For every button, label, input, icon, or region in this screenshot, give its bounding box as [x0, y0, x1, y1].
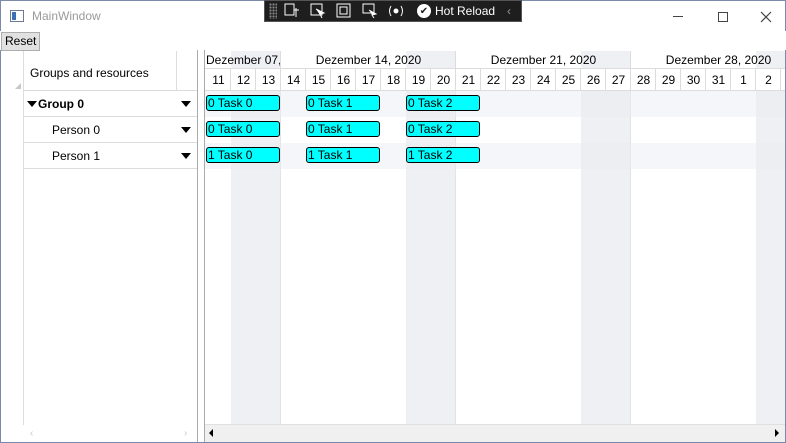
chart-row	[205, 91, 785, 117]
task-bar[interactable]: 0 Task 1	[306, 95, 380, 111]
minimize-button[interactable]	[655, 1, 701, 32]
grid-row[interactable]: Group 0	[24, 91, 198, 117]
scroll-left-icon[interactable]	[209, 429, 213, 437]
binding-failures-button[interactable]	[385, 2, 407, 20]
task-bar[interactable]: 1 Task 1	[306, 147, 380, 163]
scroll-left-icon[interactable]: ‹	[30, 428, 33, 439]
select-cursor-icon	[310, 3, 326, 19]
grid-row[interactable]: Person 0	[24, 117, 198, 143]
day-header-label: 11	[212, 73, 225, 87]
select-element-button[interactable]	[307, 2, 329, 20]
row-dropdown-icon[interactable]	[181, 153, 191, 159]
hot-reload-label: Hot Reload	[435, 4, 496, 18]
scroll-right-icon[interactable]	[775, 429, 779, 437]
grid-row[interactable]: Person 1	[24, 143, 198, 169]
day-header-label: 15	[311, 73, 326, 87]
day-header-label: 22	[486, 73, 501, 87]
day-header-label: 16	[336, 73, 351, 87]
scroll-right-icon[interactable]: ›	[184, 428, 187, 439]
column-separator[interactable]	[176, 51, 177, 91]
chart-row	[205, 143, 785, 169]
week-header-label: Dezember 14, 2020	[315, 53, 422, 67]
day-header-label: 20	[436, 73, 451, 87]
scroll-thumb[interactable]	[217, 428, 771, 439]
day-header-label: 3	[781, 73, 785, 87]
track-focused-element-button[interactable]	[359, 2, 381, 20]
day-header-label: 2	[765, 73, 772, 87]
day-header-label: 13	[261, 73, 276, 87]
task-bar[interactable]: 0 Task 2	[406, 95, 480, 111]
resource-grid: Groups and resources Group 0 Person 0 Pers…	[2, 51, 198, 442]
task-bar[interactable]: 1 Task 0	[206, 147, 280, 163]
grid-row-label: Person 0	[52, 123, 101, 137]
grid-row-label: Group 0	[38, 97, 85, 111]
row-dropdown-icon[interactable]	[181, 101, 191, 107]
day-header-label: 24	[536, 73, 551, 87]
task-bar[interactable]: 0 Task 0	[206, 121, 280, 137]
day-header-label: 14	[286, 73, 301, 87]
column-header-groups[interactable]: Groups and resources	[24, 51, 198, 91]
day-header-label: 23	[511, 73, 526, 87]
gantt-chart-area: Dezember 07, 2020 Dezember 14, 2020 Dezemb…	[205, 51, 785, 442]
display-layout-adorners-button[interactable]	[333, 2, 355, 20]
row-header-column	[2, 51, 24, 425]
day-header-label: 12	[236, 73, 251, 87]
check-circle-icon: ✔	[417, 4, 431, 18]
day-header-label: 26	[586, 73, 601, 87]
task-bar[interactable]: 0 Task 2	[406, 121, 480, 137]
task-bar[interactable]: 1 Task 2	[406, 147, 480, 163]
day-header-label: 1	[740, 73, 747, 87]
binding-icon	[389, 5, 403, 17]
maximize-button[interactable]	[700, 1, 746, 32]
day-header-row: 11 12 13 14 15 16 17 18 19 20 21 22 23 24 25 26 27 28 29 30…	[205, 69, 785, 91]
day-header-label: 19	[411, 73, 426, 87]
chart-row	[205, 117, 785, 143]
column-header-label: Groups and resources	[30, 66, 149, 80]
week-header-row: Dezember 07, 2020 Dezember 14, 2020 Dezemb…	[205, 51, 785, 69]
day-header-label: 17	[361, 73, 376, 87]
day-header-label: 30	[686, 73, 701, 87]
close-button[interactable]	[743, 1, 786, 32]
task-bar[interactable]: 0 Task 0	[206, 95, 280, 111]
day-header-label: 29	[661, 73, 676, 87]
day-header-label: 25	[561, 73, 576, 87]
track-focus-icon	[362, 3, 378, 19]
task-bar[interactable]: 0 Task 1	[306, 121, 380, 137]
day-header-label: 28	[636, 73, 651, 87]
week-header-label: Dezember 07, 2020	[206, 53, 281, 67]
select-all-corner-icon[interactable]	[15, 83, 21, 89]
collapse-toolbar-chevron-icon[interactable]: ‹	[507, 4, 511, 18]
row-dropdown-icon[interactable]	[181, 127, 191, 133]
expand-collapse-icon[interactable]	[27, 101, 37, 107]
xaml-dev-toolbar: ✔ Hot Reload ‹	[264, 0, 522, 22]
live-visual-tree-button[interactable]	[281, 2, 303, 20]
app-window-icon	[10, 10, 24, 22]
adorner-icon	[336, 3, 351, 18]
hot-reload-status[interactable]: ✔ Hot Reload	[417, 4, 495, 18]
day-header-label: 27	[611, 73, 626, 87]
minimize-icon	[673, 16, 683, 17]
toolbar-grip-icon[interactable]	[269, 3, 277, 19]
gantt-control: Groups and resources Group 0 Person 0 Pers…	[0, 50, 786, 443]
week-header-label: Dezember 21, 2020	[490, 53, 597, 67]
chart-horizontal-scrollbar[interactable]	[205, 424, 785, 442]
day-header-label: 21	[461, 73, 476, 87]
close-icon	[760, 11, 772, 22]
grid-splitter[interactable]	[197, 50, 205, 442]
day-header-label: 31	[711, 73, 726, 87]
window-title: MainWindow	[32, 9, 101, 23]
maximize-icon	[718, 11, 728, 22]
grid-horizontal-scrollbar[interactable]: ‹ ›	[24, 425, 198, 442]
grid-row-label: Person 1	[52, 149, 101, 163]
week-header-label: Dezember 28, 2020	[665, 53, 772, 67]
visual-tree-icon	[284, 3, 299, 17]
reset-button[interactable]: Reset	[1, 32, 41, 51]
day-header-label: 18	[386, 73, 401, 87]
